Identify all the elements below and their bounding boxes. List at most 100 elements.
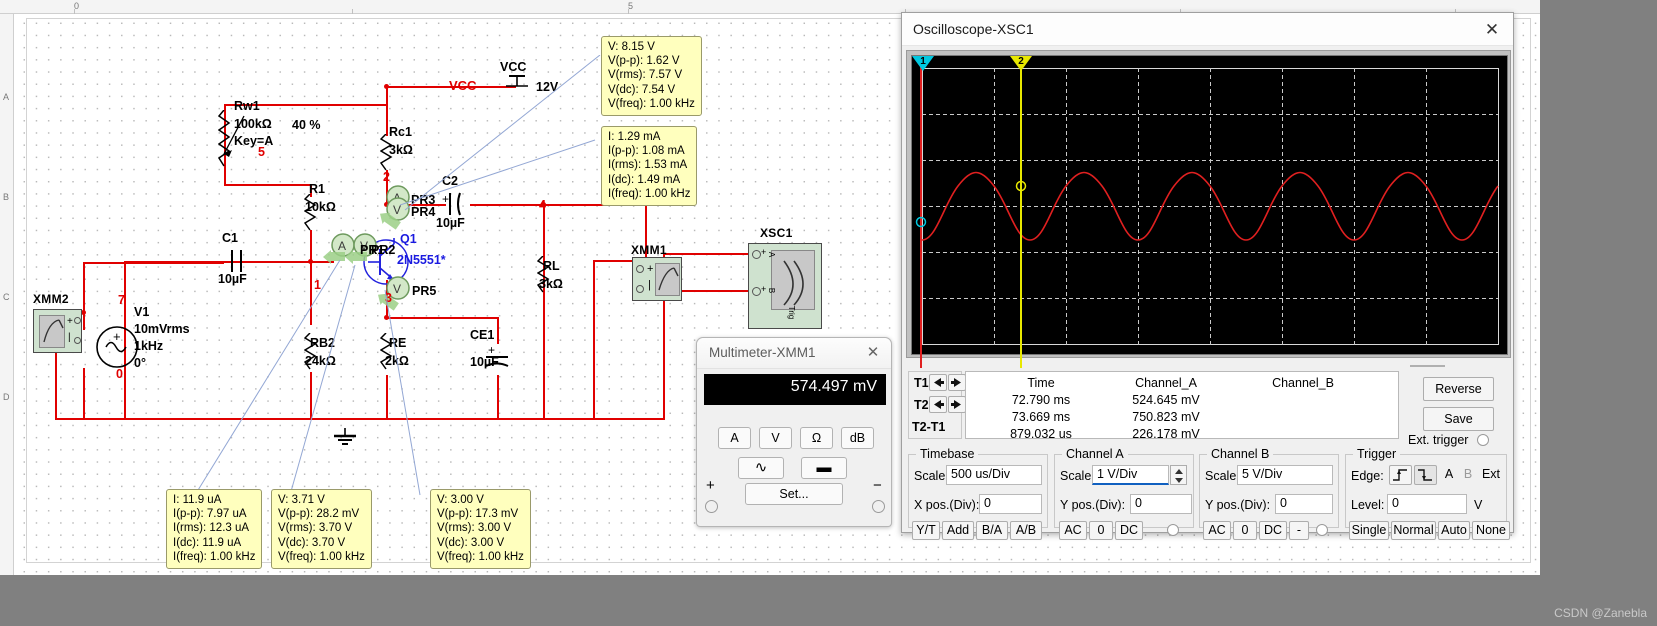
timebase-scale-input[interactable]: 500 us/Div xyxy=(946,465,1042,485)
oscilloscope-window[interactable]: Oscilloscope-XSC1 ✕ 1 2 T1 T2 T2-T1 Time… xyxy=(901,12,1514,540)
wire-rc1-top xyxy=(386,86,388,136)
tooltip-line: I: 1.29 mA xyxy=(608,131,661,143)
mode-button-ohm[interactable]: Ω xyxy=(800,427,833,449)
tooltip-line: V(p-p): 17.3 mV xyxy=(437,508,519,521)
junction xyxy=(384,84,389,89)
channel-a-scale-input[interactable]: 1 V/Div xyxy=(1092,465,1169,485)
tooltip-line: V: 3.00 V xyxy=(437,494,484,506)
mode-button-dc[interactable]: ▬ xyxy=(801,457,847,479)
cursor-t1-left-button[interactable] xyxy=(929,374,947,391)
cursor-t1-label: T1 xyxy=(914,376,929,390)
channel-b-coupling-ac[interactable]: AC xyxy=(1203,521,1231,540)
channel-a-ypos-label: Y pos.(Div): xyxy=(1060,498,1126,512)
channel-b-ypos-input[interactable]: 0 xyxy=(1275,494,1333,514)
label-v1-ref: V1 xyxy=(134,305,150,319)
trigger-edge-rising-button[interactable] xyxy=(1389,465,1412,485)
channel-b-legend: Channel B xyxy=(1207,447,1274,461)
close-icon[interactable]: ✕ xyxy=(863,344,883,362)
trigger-mode-normal[interactable]: Normal xyxy=(1391,521,1436,540)
multimeter-titlebar[interactable]: Multimeter-XMM1 ✕ xyxy=(697,338,891,369)
readout-header-time: Time xyxy=(1027,376,1055,390)
trigger-level-label: Level: xyxy=(1351,498,1385,512)
channel-b-coupling-gnd[interactable]: 0 xyxy=(1233,521,1257,540)
mode-button-ac[interactable]: ∿ xyxy=(738,457,784,479)
readout-header-channel-b: Channel_B xyxy=(1272,376,1334,390)
cursor-t2-left-button[interactable] xyxy=(929,396,947,413)
timebase-mode-yt[interactable]: Y/T xyxy=(912,521,940,540)
channel-b-scale-input[interactable]: 5 V/Div xyxy=(1237,465,1333,485)
wire-xmm1-minus-v xyxy=(663,290,665,420)
instrument-xmm1[interactable]: + | xyxy=(632,257,682,301)
tooltip-line: V(rms): 7.57 V xyxy=(608,69,683,82)
trigger-source-b[interactable]: B xyxy=(1459,465,1477,485)
channel-b-invert[interactable]: - xyxy=(1289,521,1309,540)
readout-t1-time: 72.790 ms xyxy=(1011,393,1071,407)
channel-a-ypos-input[interactable]: 0 xyxy=(1130,494,1192,514)
ext-trigger-radio[interactable] xyxy=(1477,434,1489,446)
tooltip-line: V: 3.71 V xyxy=(278,494,325,506)
channel-a-legend: Channel A xyxy=(1062,447,1128,461)
trigger-source-ext[interactable]: Ext xyxy=(1478,465,1504,485)
label-v1-freq: 1kHz xyxy=(134,339,164,353)
instrument-label-xmm2: XMM2 xyxy=(33,292,69,306)
tooltip-line: V(freq): 1.00 kHz xyxy=(437,550,524,563)
instrument-xmm2[interactable]: + | xyxy=(33,309,82,353)
trigger-mode-single[interactable]: Single xyxy=(1349,521,1389,540)
label-rl-ref: RL xyxy=(543,259,560,273)
multimeter-window[interactable]: Multimeter-XMM1 ✕ 574.497 mV A V Ω dB ∿ … xyxy=(696,337,892,527)
oscilloscope-titlebar[interactable]: Oscilloscope-XSC1 ✕ xyxy=(902,13,1513,46)
probe-pr1-tooltip: I: 11.9 uA I(p-p): 7.97 uA I(rms): 12.3 … xyxy=(166,489,263,570)
cursor-2-line[interactable] xyxy=(1020,64,1022,368)
cursor-t2-right-button[interactable] xyxy=(948,396,966,413)
channel-b-terminal-radio[interactable] xyxy=(1316,524,1328,536)
trigger-edge-falling-button[interactable] xyxy=(1414,465,1437,485)
tooltip-line: V(dc): 3.00 V xyxy=(437,536,505,549)
terminal-plus-label: + xyxy=(706,477,715,494)
tooltip-line: V: 8.15 V xyxy=(608,41,655,53)
save-button[interactable]: Save xyxy=(1423,407,1494,431)
terminal-plus[interactable] xyxy=(705,500,718,513)
channel-b-ypos-label: Y pos.(Div): xyxy=(1205,498,1271,512)
channel-a-coupling-dc[interactable]: DC xyxy=(1115,521,1143,540)
cursor-t2-label: T2 xyxy=(914,398,929,412)
label-rw1-ref: Rw1 xyxy=(234,99,260,113)
oscilloscope-screen[interactable]: 1 2 xyxy=(911,55,1508,368)
label-r1-value: 10kΩ xyxy=(305,200,336,214)
timebase-xpos-input[interactable]: 0 xyxy=(979,494,1042,514)
cursor-t1-right-button[interactable] xyxy=(948,374,966,391)
trigger-mode-auto[interactable]: Auto xyxy=(1438,521,1470,540)
label-v1-phase: 0° xyxy=(134,356,146,370)
label-q1-ref: Q1 xyxy=(400,232,417,246)
channel-a-coupling-ac[interactable]: AC xyxy=(1059,521,1087,540)
timebase-mode-ba[interactable]: B/A xyxy=(976,521,1008,540)
waveform-channel-a xyxy=(922,171,1499,241)
mode-button-volt[interactable]: V xyxy=(759,427,792,449)
mode-button-db[interactable]: dB xyxy=(841,427,874,449)
wire-c1-in xyxy=(83,262,125,264)
timebase-mode-add[interactable]: Add xyxy=(942,521,974,540)
wire-rw1-wiper xyxy=(224,184,311,186)
svg-text:+: + xyxy=(113,329,121,344)
watermark: CSDN @Zanebla xyxy=(1554,606,1647,620)
channel-b-coupling-dc[interactable]: DC xyxy=(1259,521,1287,540)
trigger-source-a[interactable]: A xyxy=(1440,465,1458,485)
channel-a-terminal-radio[interactable] xyxy=(1167,524,1179,536)
mode-button-amp[interactable]: A xyxy=(718,427,751,449)
label-rw1-percent: 40 % xyxy=(292,118,321,132)
reverse-button[interactable]: Reverse xyxy=(1423,377,1494,401)
multimeter-title: Multimeter-XMM1 xyxy=(709,345,816,360)
timebase-mode-ab[interactable]: A/B xyxy=(1010,521,1042,540)
tooltip-line: I(rms): 12.3 uA xyxy=(173,522,250,535)
instrument-xsc1[interactable]: + + A B Trig xyxy=(748,243,822,329)
terminal-minus[interactable] xyxy=(872,500,885,513)
trigger-level-input[interactable]: 0 xyxy=(1387,494,1467,514)
scroll-handle[interactable] xyxy=(1410,365,1445,367)
close-icon[interactable]: ✕ xyxy=(1481,20,1503,40)
trigger-mode-none[interactable]: None xyxy=(1472,521,1510,540)
label-rw1-value: 100kΩ xyxy=(234,117,272,131)
settings-button[interactable]: Set... xyxy=(745,483,843,505)
channel-a-coupling-gnd[interactable]: 0 xyxy=(1089,521,1113,540)
timebase-legend: Timebase xyxy=(916,447,979,461)
probe-pr4-tooltip: V: 8.15 V V(p-p): 1.62 V V(rms): 7.57 V … xyxy=(601,36,702,117)
channel-a-scale-stepper[interactable] xyxy=(1170,465,1187,485)
